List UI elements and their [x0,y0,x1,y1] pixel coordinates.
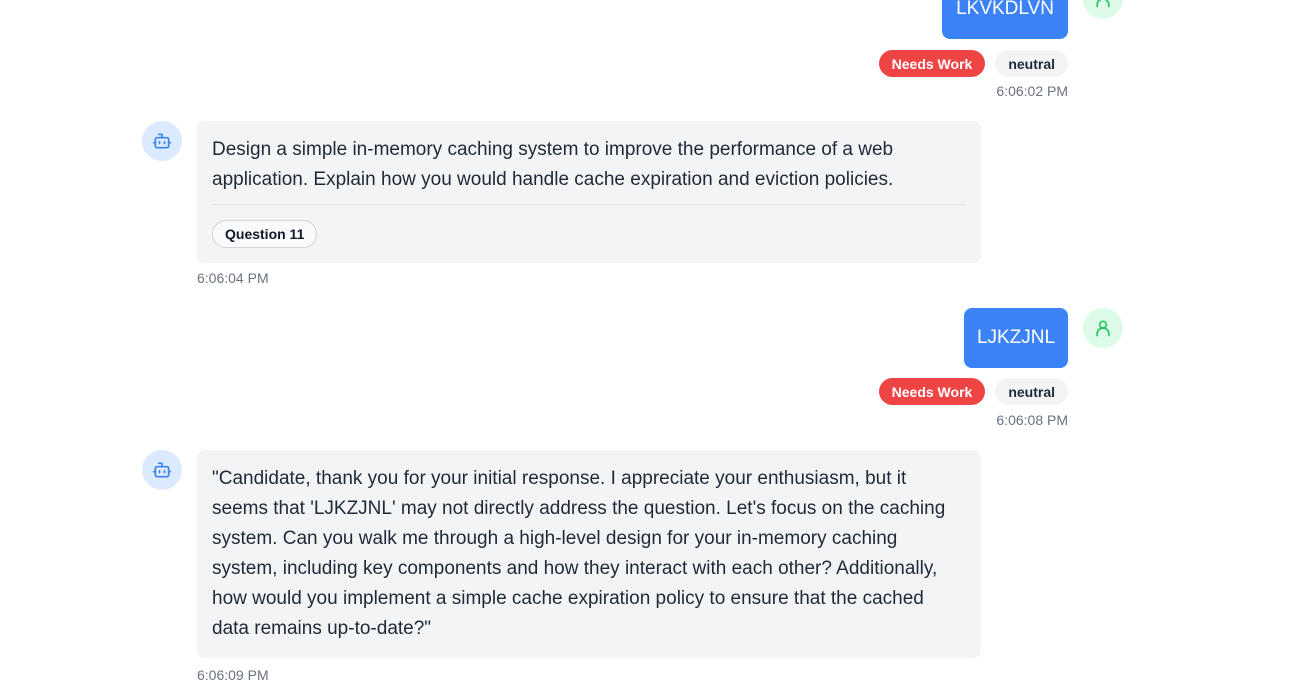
sentiment-badge: neutral [995,378,1068,405]
needs-work-badge: Needs Work [878,378,986,405]
bot-message-bubble: Design a simple in-memory caching system… [197,121,981,263]
feedback-tags: Needs Work neutral [878,378,1068,405]
needs-work-badge: Needs Work [878,50,986,77]
user-message-bubble: LJKZJNL [964,308,1068,368]
user-icon [1096,320,1110,337]
user-icon [1096,0,1110,8]
message-timestamp: 6:06:02 PM [996,83,1068,99]
bot-avatar [142,121,182,161]
divider [212,204,966,205]
user-message-text: LJKZJNL [976,327,1056,348]
bot-icon [152,462,172,478]
bot-icon [152,133,172,149]
message-timestamp: 6:06:09 PM [197,667,269,683]
bot-message-text: Design a simple in-memory caching system… [212,139,894,190]
user-avatar [1083,0,1123,19]
bot-message-bubble: "Candidate, thank you for your initial r… [197,450,981,658]
bot-avatar [142,450,182,490]
feedback-tags: Needs Work neutral [878,50,1068,77]
user-message-text: LKVKDLVN [956,0,1054,19]
user-avatar [1083,308,1123,348]
user-message-bubble: LKVKDLVN [942,0,1068,39]
bot-message-text: "Candidate, thank you for your initial r… [212,468,946,639]
message-timestamp: 6:06:08 PM [996,412,1068,428]
chat-transcript: LKVKDLVN Needs Work neutral 6:06:02 PM D… [0,0,1314,698]
question-number-badge: Question 11 [212,220,318,248]
message-timestamp: 6:06:04 PM [197,270,269,286]
sentiment-badge: neutral [995,50,1068,77]
